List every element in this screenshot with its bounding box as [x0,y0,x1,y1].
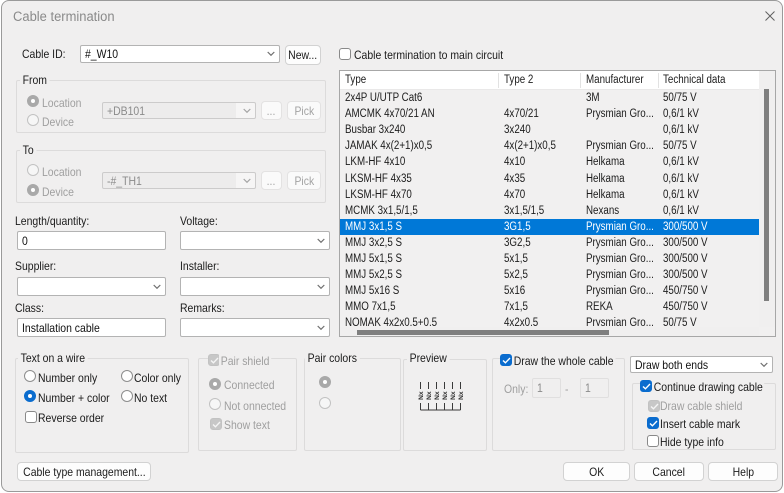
svg-text:Nx: Nx [442,391,449,400]
svg-text:Nx: Nx [434,391,441,400]
svg-text:Nx: Nx [418,391,425,400]
svg-text:Nx: Nx [426,391,433,400]
svg-text:Nx: Nx [450,391,457,400]
svg-text:Nx: Nx [458,391,465,400]
